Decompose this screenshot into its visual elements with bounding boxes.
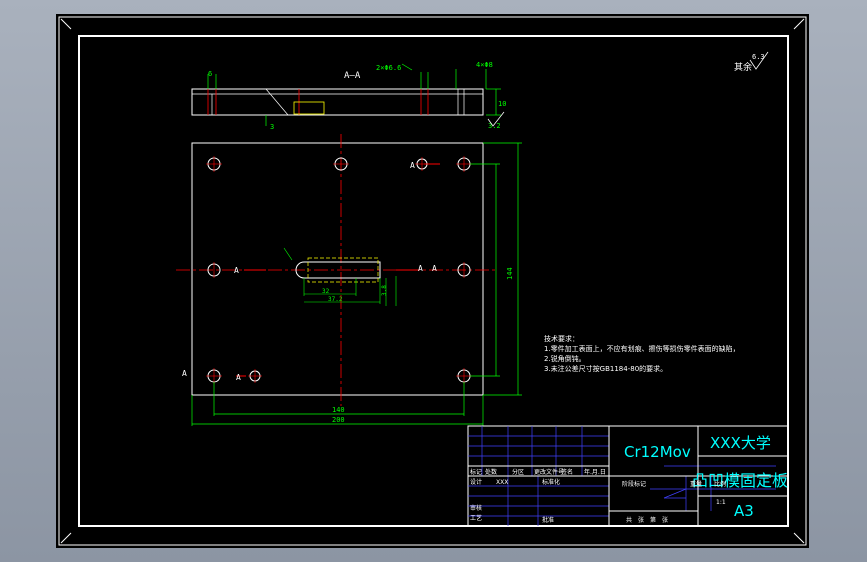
- dim-thickness: 10: [498, 100, 506, 108]
- marker-a-1: A: [234, 266, 239, 275]
- dim-height-outer: 144: [506, 267, 514, 280]
- notes-title: 技术要求：: [544, 334, 579, 343]
- marker-a-3: A: [432, 264, 437, 273]
- cad-viewport[interactable]: A—A 6 2×Φ6.6 4×Φ8 10 3 3.2 A A A A A A 3…: [0, 0, 867, 562]
- tb-doc-no: 更改文件号: [534, 468, 564, 476]
- tech-notes: 技术要求： 1.零件加工表面上，不应有划痕、擦伤等损伤零件表面的缺陷， 2.锐角…: [544, 334, 740, 373]
- tb-scale-val: 1:1: [716, 499, 726, 506]
- dim-slot-w1: 32: [322, 288, 330, 295]
- tb-sheet-size: A3: [734, 502, 754, 520]
- tb-standard: 标准化: [542, 478, 560, 486]
- notes-line-1b: 2.锐角倒钝。: [544, 354, 586, 363]
- tb-zone: 分区: [512, 468, 524, 476]
- plan-view: A A A A A A 32 37.2 3.8 140 200 144: [176, 134, 522, 426]
- tb-approve: 批准: [542, 516, 554, 524]
- section-slot: [293, 101, 325, 115]
- tb-sheets: 共 张 第 张: [626, 516, 668, 524]
- section-view: A—A 6 2×Φ6.6 4×Φ8 10 3 3.2: [191, 61, 506, 131]
- dim-width-inner: 140: [332, 406, 345, 414]
- dim-roughness-right: 3.2: [488, 122, 501, 130]
- dim-top-depth: 6: [208, 70, 212, 78]
- tb-scale: 比例: [714, 480, 726, 488]
- notes-line-2: 3.未注公差尺寸按GB1184-80的要求。: [544, 364, 667, 373]
- tb-part-name: 凸凹模固定板: [692, 471, 788, 490]
- tb-mark: 标记: [470, 468, 482, 476]
- corner-marks: [60, 18, 805, 544]
- tb-sign: 签名: [561, 468, 573, 476]
- dim-slot-h: 3.8: [381, 285, 388, 296]
- tb-weight: 重量: [690, 480, 702, 488]
- marker-a-2: A: [418, 264, 423, 273]
- dim-top-right: 4×Φ8: [476, 61, 493, 69]
- tb-material: Cr12Mov: [624, 443, 691, 461]
- tb-stage: 阶段标记: [622, 480, 646, 488]
- dim-chamfer: 3: [270, 123, 274, 131]
- section-outline: [191, 88, 484, 116]
- tb-count: 处数: [485, 468, 497, 476]
- dim-top-hole: 2×Φ6.6: [376, 64, 401, 72]
- notes-line-1: 1.零件加工表面上，不应有划痕、擦伤等损伤零件表面的缺陷，: [544, 344, 740, 353]
- tb-review: 审核: [470, 504, 482, 512]
- marker-a-6: A: [236, 373, 241, 382]
- cad-drawing: A—A 6 2×Φ6.6 4×Φ8 10 3 3.2 A A A A A A 3…: [58, 16, 807, 546]
- tb-school: XXX大学: [710, 434, 771, 452]
- dim-slot-w2: 37.2: [328, 296, 343, 303]
- roughness-note: 其余: [734, 61, 752, 73]
- tb-date: 年.月.日: [584, 468, 606, 476]
- marker-a-5: A: [182, 369, 187, 378]
- tb-process: 工艺: [470, 514, 482, 522]
- dim-width-outer: 200: [332, 416, 345, 424]
- tb-designer: XXX: [496, 479, 508, 486]
- drawing-sheet: A—A 6 2×Φ6.6 4×Φ8 10 3 3.2 A A A A A A 3…: [56, 14, 809, 548]
- section-label: A—A: [344, 71, 361, 81]
- title-block: Cr12Mov XXX大学 凸凹模固定板 A3 标记 处数 分区 更改文件号 签…: [467, 425, 789, 527]
- marker-a-4: A: [410, 161, 415, 170]
- tb-design: 设计: [470, 478, 482, 486]
